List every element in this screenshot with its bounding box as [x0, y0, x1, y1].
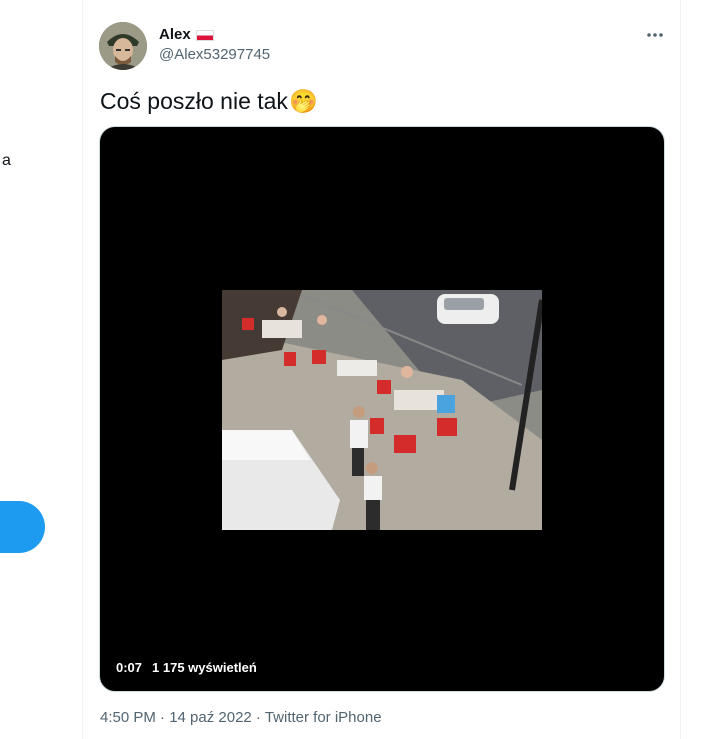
- author-handle[interactable]: @Alex53297745: [159, 46, 270, 63]
- video-meta: 0:07 1 175 wyświetleń: [116, 660, 257, 675]
- author-name-text[interactable]: Alex: [159, 26, 191, 43]
- column-divider-left: [82, 0, 83, 739]
- author-name[interactable]: Alex: [159, 26, 214, 43]
- video-frame[interactable]: [222, 290, 545, 530]
- tweet-text-content: Coś poszło nie tak: [100, 88, 288, 114]
- compose-tweet-button[interactable]: [0, 501, 45, 553]
- video-views: 1 175 wyświetleń: [152, 660, 257, 675]
- avatar[interactable]: [99, 22, 147, 70]
- left-sidebar: a: [0, 0, 82, 739]
- video-duration: 0:07: [116, 660, 143, 675]
- tweet-text: Coś poszło nie tak 🤭: [100, 88, 318, 115]
- sidebar-truncated-text: a: [2, 152, 11, 169]
- poland-flag-icon: [195, 30, 214, 41]
- column-divider-right: [680, 0, 681, 739]
- tweet-timestamp[interactable]: 4:50 PM · 14 paź 2022 · Twitter for iPho…: [100, 709, 382, 726]
- video-player[interactable]: 0:07 1 175 wyświetleń: [99, 126, 665, 692]
- emoji-icon: 🤭: [288, 88, 318, 114]
- more-horizontal-icon[interactable]: [644, 24, 666, 46]
